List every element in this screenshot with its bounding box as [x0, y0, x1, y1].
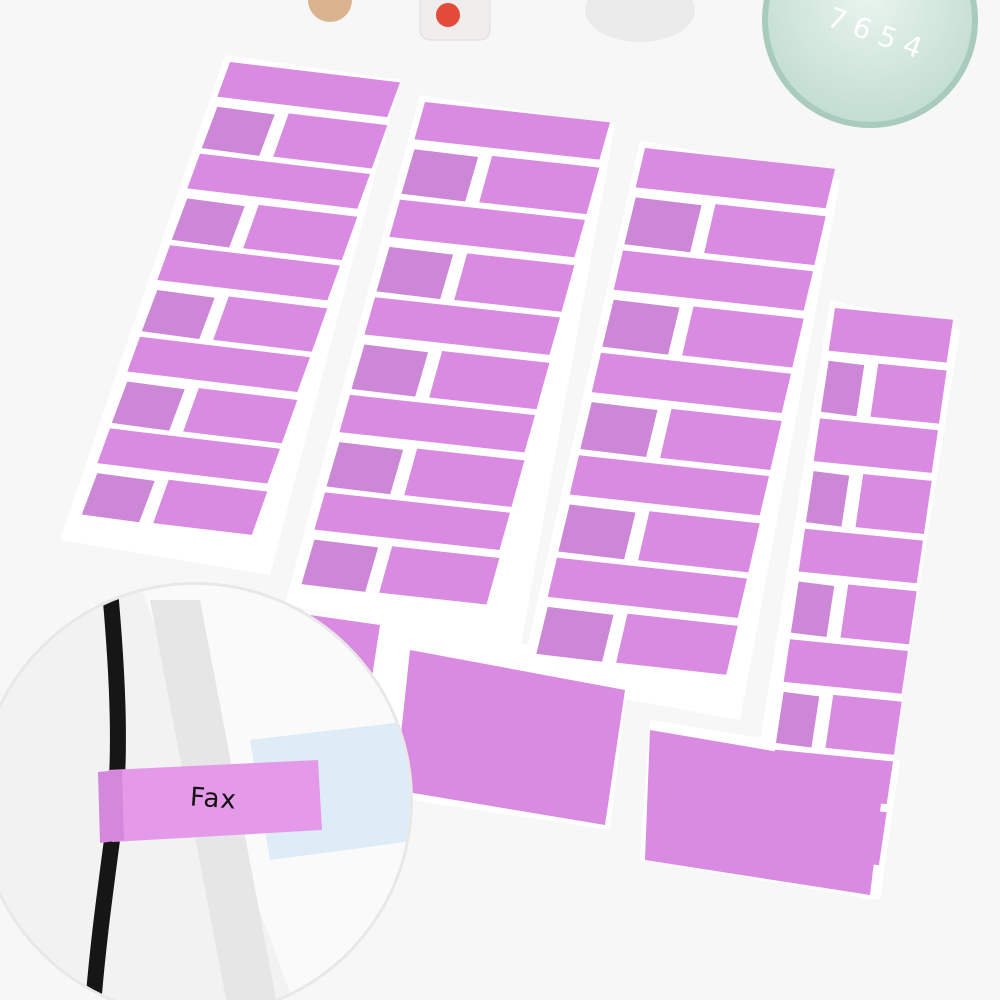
label-flag	[840, 584, 917, 645]
label-tail	[301, 539, 379, 592]
label-flag	[855, 474, 932, 534]
background-props: 7 6 5 4	[308, 0, 978, 128]
label-tail	[602, 299, 680, 355]
red-figure	[436, 3, 460, 27]
label-tail	[326, 442, 404, 495]
label-tail	[790, 581, 835, 638]
label-tail	[558, 504, 636, 560]
label-tail	[580, 402, 658, 457]
label-tail	[536, 606, 614, 662]
label-tail	[820, 360, 865, 417]
label-tail	[775, 691, 820, 748]
label-tail	[805, 471, 850, 527]
white-cup	[585, 0, 695, 42]
label-tail	[401, 149, 479, 202]
wooden-bead	[308, 0, 352, 22]
product-photo: 7 6 5 4 Fax	[0, 0, 1000, 1000]
label-tail	[624, 197, 702, 253]
label-tail	[351, 344, 429, 397]
label-tail	[376, 246, 454, 300]
label-flag	[825, 694, 902, 755]
label-flag	[870, 363, 947, 424]
fax-label-text: Fax	[189, 782, 238, 816]
photo-canvas: 7 6 5 4	[0, 0, 978, 1000]
